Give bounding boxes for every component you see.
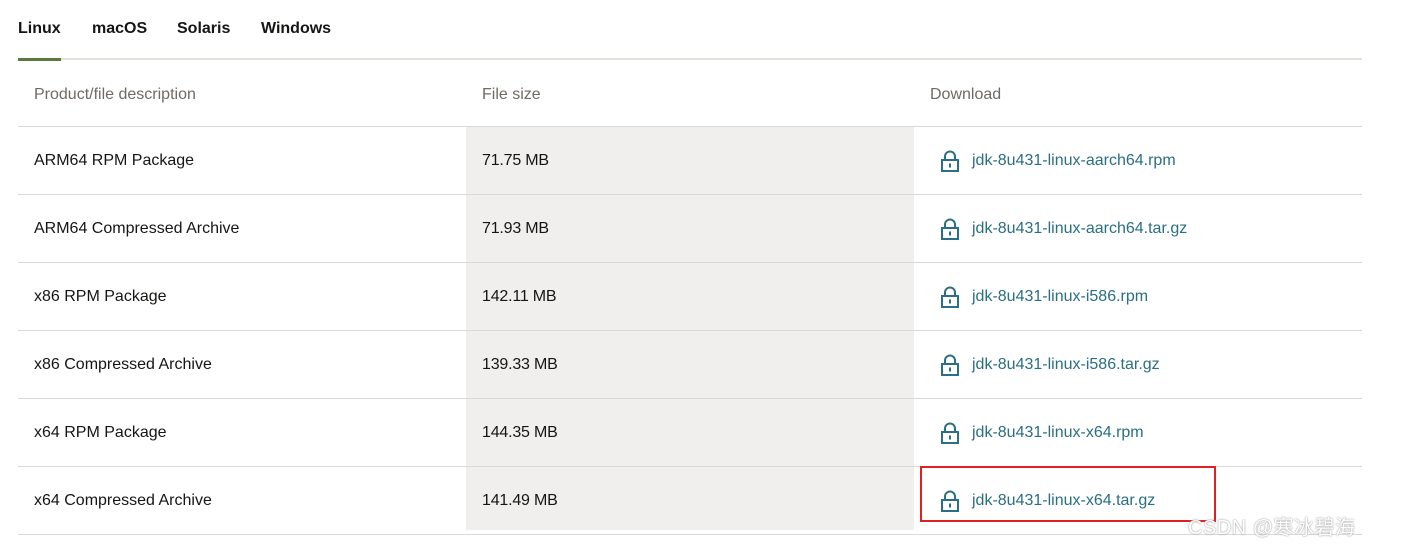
watermark: CSDN @寒冰碧海 [1188, 517, 1356, 539]
row-file-size: 142.11 MB [482, 287, 557, 305]
row-download: jdk-8u431-linux-aarch64.tar.gz [940, 195, 1187, 262]
table-header: Product/file description File size Downl… [18, 60, 1362, 127]
header-file-size: File size [482, 86, 541, 103]
row-download: jdk-8u431-linux-i586.tar.gz [940, 331, 1160, 398]
tab-windows[interactable]: Windows [261, 19, 331, 39]
download-filename: jdk-8u431-linux-x64.rpm [972, 423, 1144, 441]
lock-icon [941, 150, 959, 172]
table-row: ARM64 Compressed Archive 71.93 MB jdk-8u… [18, 195, 1362, 263]
download-link[interactable]: jdk-8u431-linux-aarch64.tar.gz [940, 218, 1187, 240]
row-download: jdk-8u431-linux-i586.rpm [940, 263, 1148, 330]
row-description: ARM64 RPM Package [34, 151, 195, 169]
download-link[interactable]: jdk-8u431-linux-i586.tar.gz [940, 354, 1160, 376]
lock-icon [941, 422, 959, 444]
row-file-size: 71.75 MB [482, 151, 549, 169]
row-download: jdk-8u431-linux-aarch64.rpm [940, 127, 1176, 194]
os-tab-bar: Linux macOS Solaris Windows [18, 0, 1362, 61]
row-file-size: 139.33 MB [482, 355, 558, 373]
download-link[interactable]: jdk-8u431-linux-aarch64.rpm [940, 150, 1176, 172]
download-link[interactable]: jdk-8u431-linux-i586.rpm [940, 286, 1148, 308]
lock-icon [941, 286, 959, 308]
lock-icon [941, 354, 959, 376]
tab-solaris[interactable]: Solaris [177, 19, 230, 39]
download-filename: jdk-8u431-linux-aarch64.rpm [972, 151, 1176, 169]
row-description: x64 RPM Package [34, 423, 167, 441]
table-row: x64 RPM Package 144.35 MB jdk-8u431-linu… [18, 399, 1362, 467]
header-description: Product/file description [34, 86, 196, 103]
download-filename: jdk-8u431-linux-i586.tar.gz [972, 355, 1160, 373]
table-row: x86 RPM Package 142.11 MB jdk-8u431-linu… [18, 263, 1362, 331]
row-description: x86 RPM Package [34, 287, 167, 305]
tab-linux[interactable]: Linux [18, 19, 61, 61]
download-filename: jdk-8u431-linux-i586.rpm [972, 287, 1149, 305]
row-description: ARM64 Compressed Archive [34, 219, 240, 237]
highlight-box [920, 466, 1216, 522]
row-file-size: 71.93 MB [482, 219, 549, 237]
row-file-size: 144.35 MB [482, 423, 558, 441]
downloads-table: Product/file description File size Downl… [18, 60, 1362, 535]
lock-icon [941, 218, 959, 240]
download-filename: jdk-8u431-linux-aarch64.tar.gz [972, 219, 1188, 237]
download-link[interactable]: jdk-8u431-linux-x64.rpm [940, 422, 1144, 444]
header-download: Download [930, 86, 1002, 103]
table-row: ARM64 RPM Package 71.75 MB jdk-8u431-lin… [18, 127, 1362, 195]
row-description: x86 Compressed Archive [34, 355, 212, 373]
row-download: jdk-8u431-linux-x64.rpm [940, 399, 1144, 466]
tab-macos[interactable]: macOS [92, 19, 147, 39]
table-row: x86 Compressed Archive 139.33 MB jdk-8u4… [18, 331, 1362, 399]
row-file-size: 141.49 MB [482, 491, 558, 509]
row-description: x64 Compressed Archive [34, 491, 212, 509]
